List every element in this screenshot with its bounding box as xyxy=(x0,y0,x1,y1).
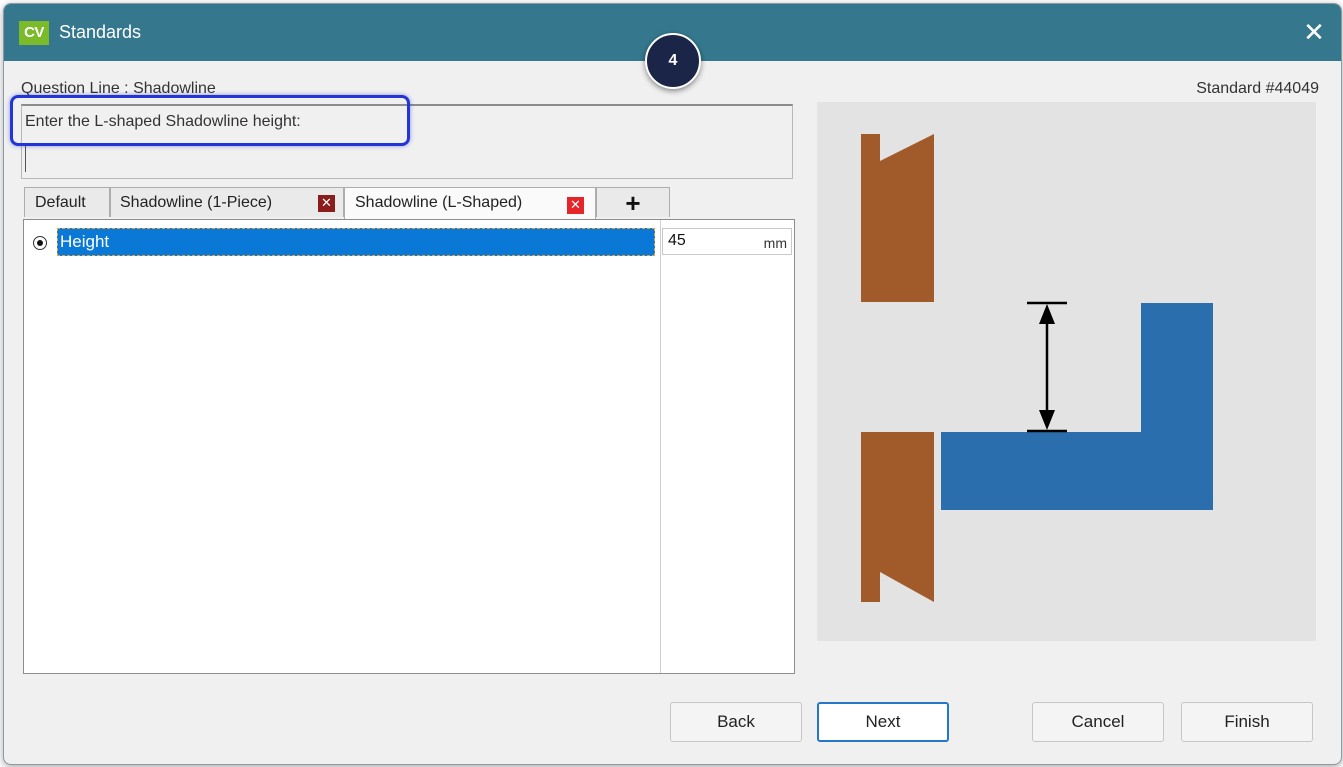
add-tab-button[interactable]: + xyxy=(596,187,670,218)
height-row-label[interactable]: Height xyxy=(57,228,655,256)
row-radio-button[interactable] xyxy=(33,236,47,250)
tab-label: Default xyxy=(35,194,86,211)
height-value-field[interactable]: 45 mm xyxy=(662,228,792,255)
close-tab-icon[interactable]: ✕ xyxy=(567,197,584,214)
highlight-annotation xyxy=(10,95,410,146)
arrow-up-icon xyxy=(1039,304,1055,324)
step-badge: 4 xyxy=(645,33,701,89)
app-logo-icon: CV xyxy=(19,21,49,45)
standard-number: Standard #44049 xyxy=(1196,80,1319,97)
tab-label: Shadowline (L-Shaped) xyxy=(355,194,523,211)
finish-button[interactable]: Finish xyxy=(1181,702,1313,742)
column-divider xyxy=(660,220,661,673)
tab-shadowline-l-shaped[interactable]: Shadowline (L-Shaped) ✕ xyxy=(344,187,596,220)
tab-shadowline-1-piece[interactable]: Shadowline (1-Piece) ✕ xyxy=(110,187,344,217)
upper-timber-shape xyxy=(861,134,934,302)
prompt-divider xyxy=(25,144,26,172)
height-unit: mm xyxy=(763,235,787,251)
back-button[interactable]: Back xyxy=(670,702,802,742)
shadowline-l-shaped-diagram-icon xyxy=(861,134,1213,602)
tab-label: Shadowline (1-Piece) xyxy=(120,194,273,211)
arrow-down-icon xyxy=(1039,410,1055,430)
cancel-button[interactable]: Cancel xyxy=(1032,702,1164,742)
next-button[interactable]: Next xyxy=(817,702,949,742)
close-tab-icon[interactable]: ✕ xyxy=(318,195,335,212)
window-title: Standards xyxy=(59,22,142,42)
tab-default[interactable]: Default xyxy=(24,187,110,217)
lower-timber-shape xyxy=(861,432,934,602)
shadowline-diagram xyxy=(817,102,1316,641)
close-button[interactable]: ✕ xyxy=(1287,4,1341,61)
height-value: 45 xyxy=(668,232,686,249)
standards-grid: Height 45 mm xyxy=(23,219,795,674)
l-shaped-profile xyxy=(941,303,1213,510)
